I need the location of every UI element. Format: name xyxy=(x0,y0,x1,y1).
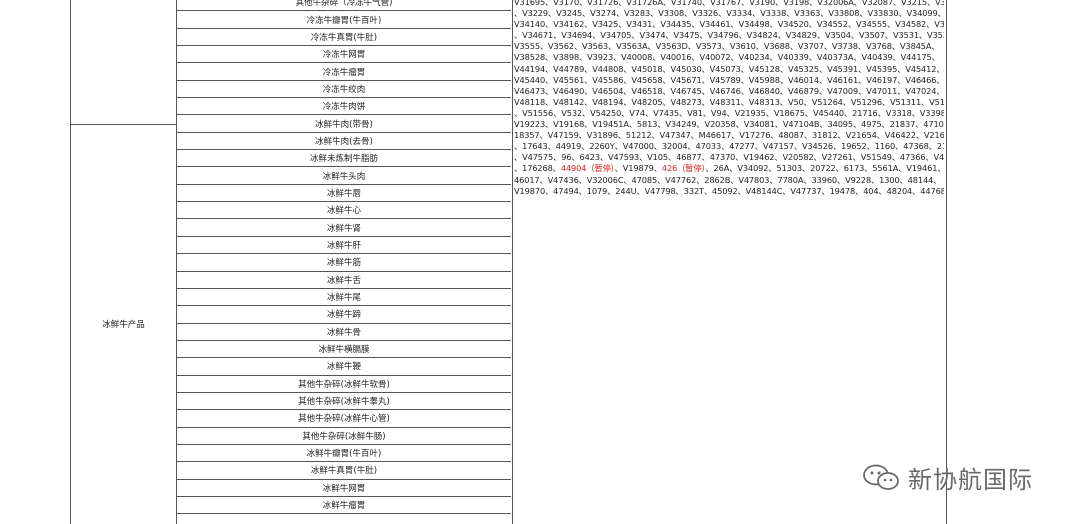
code-text: V3555、V3562、V3563、V3563A、V3563D、V3573、V3… xyxy=(514,41,940,52)
product-row: 冰鲜牛横膈膜 xyxy=(177,341,511,359)
codes-line: V34140、V34162、V3425、V3431、V34435、V34461、… xyxy=(514,19,944,30)
product-row: 冰鲜牛瓣胃(牛百叶) xyxy=(177,445,511,463)
product-name-column: 其他牛杂碎（冷冻牛气管) 冷冻牛瓣胃(牛百叶) 冷冻牛真胃(牛肚) 冷冻牛网胃 冷冻牛瘤… xyxy=(177,0,511,515)
product-row: 冰鲜牛肉(去骨) xyxy=(177,133,511,151)
table-border-name xyxy=(512,0,513,524)
product-row: 冷冻牛绞肉 xyxy=(177,81,511,99)
codes-line: 18357、V47159、V31896、51212、V47347、M46617、… xyxy=(514,130,944,141)
code-text: V31695、V3170、V31726、V31726A、V31740、V3176… xyxy=(514,0,944,7)
suspended-code: 44904（暂停） xyxy=(560,163,615,174)
code-text: V44194、V44789、V44808、V45018、V45030、V4507… xyxy=(514,63,944,74)
suspended-code: 426（暂停） xyxy=(661,163,706,174)
category-label: 冰鲜牛产品 xyxy=(102,320,145,330)
code-text: 、176268、 xyxy=(514,163,561,174)
code-text: V19870、47494、1079、244U、V47798、332T、45092… xyxy=(514,185,944,196)
codes-line: 46017、V47436、V32006C、47085、V47762、2862B、… xyxy=(514,175,944,186)
product-row: 冷冻牛真胃(牛肚) xyxy=(177,29,511,47)
product-row: 冰鲜牛筋 xyxy=(177,254,511,272)
codes-line: V45440、V45561、V45586、V45658、V45671、V4578… xyxy=(514,75,944,86)
codes-line: V19223、V19168、V19451A、5813、V34249、V20358… xyxy=(514,119,944,130)
product-row: 冰鲜牛瘤胃 xyxy=(177,497,511,515)
approved-plant-codes: V31695、V3170、V31726、V31726A、V31740、V3176… xyxy=(514,0,944,197)
product-row: 冰鲜牛肝 xyxy=(177,237,511,255)
codes-line: V46473、V46490、V46504、V46518、V46745、V4674… xyxy=(514,86,944,97)
product-row: 冷冻牛网胃 xyxy=(177,46,511,64)
product-row: 冰鲜牛骨 xyxy=(177,324,511,341)
product-row: 冰鲜牛心 xyxy=(177,202,511,220)
code-text: V34140、V34162、V3425、V3431、V34435、V34461、… xyxy=(514,19,944,30)
code-text: V45440、V45561、V45586、V45658、V45671、V4578… xyxy=(514,74,944,85)
codes-line: V3555、V3562、V3563、V3563A、V3563D、V3573、V3… xyxy=(514,41,944,52)
product-row: 冷冻牛肉饼 xyxy=(177,98,511,116)
product-row: 其他牛杂碎(冰鲜牛软骨) xyxy=(177,376,511,393)
wechat-icon xyxy=(863,464,899,490)
codes-line: V48118、V48142、V48194、V48205、V48273、V4831… xyxy=(514,97,944,108)
product-row: 其他牛杂碎(冰鲜牛心管) xyxy=(177,410,511,428)
watermark: 新协航国际 xyxy=(862,460,1033,495)
code-text: 、17643、44919、2260Y、V47000、32004、47033、47… xyxy=(514,141,944,152)
product-row: 冰鲜牛唇 xyxy=(177,185,511,203)
codes-line: 、176268、44904（暂停）、V19879、426（暂停）、26A、V34… xyxy=(514,163,944,174)
code-text: 、V34671、V34694、V34705、V3474、V3475、V34796… xyxy=(514,30,944,41)
codes-line: 、V34671、V34694、V34705、V3474、V3475、V34796… xyxy=(514,30,944,41)
category-cell: 冰鲜牛产品 xyxy=(71,124,176,524)
codes-line: 、17643、44919、2260Y、V47000、32004、47033、47… xyxy=(514,141,944,152)
watermark-text: 新协航国际 xyxy=(908,466,1033,494)
export-approval-table: 冰鲜牛产品 其他牛杂碎（冷冻牛气管) 冷冻牛瓣胃(牛百叶) 冷冻牛真胃(牛肚) 冷冻牛… xyxy=(0,0,1080,524)
product-row: 冰鲜牛肉(带骨) xyxy=(177,115,511,133)
table-border-right xyxy=(946,0,947,524)
code-text: 、26A、V34092、51303、20722、6173、5561A、V1946… xyxy=(705,163,944,174)
product-row: 冰鲜牛肾 xyxy=(177,219,511,237)
code-text: 、V51556、V532、V54250、V74、V7435、V81、V94、V2… xyxy=(514,107,944,118)
product-row: 冰鲜未炼制牛脂肪 xyxy=(177,150,511,168)
code-text: 、V19879、 xyxy=(614,163,662,174)
code-text: 、V47575、96、6423、V47593、V105、46877、47370、… xyxy=(514,152,944,163)
product-row: 冰鲜牛网胃 xyxy=(177,480,511,497)
product-row: 冰鲜牛鞭 xyxy=(177,358,511,376)
product-row: 冰鲜牛舌 xyxy=(177,272,511,289)
codes-line: V38528、V3898、V3923、V40008、V40016、V40072、… xyxy=(514,52,944,63)
product-row: 其他牛杂碎(冰鲜牛睾丸) xyxy=(177,393,511,411)
code-text: V48118、V48142、V48194、V48205、V48273、V4831… xyxy=(514,96,944,107)
product-row: 其他牛杂碎（冷冻牛气管) xyxy=(177,0,511,12)
code-text: 46017、V47436、V32006C、47085、V47762、2862B、… xyxy=(514,174,942,185)
product-row: 冰鲜牛头肉 xyxy=(177,167,511,185)
code-text: V38528、V3898、V3923、V40008、V40016、V40072、… xyxy=(514,52,940,63)
product-row: 其他牛杂碎(冰鲜牛肠) xyxy=(177,428,511,445)
codes-line: V44194、V44789、V44808、V45018、V45030、V4507… xyxy=(514,64,944,75)
product-row: 冰鲜牛蹄 xyxy=(177,306,511,324)
codes-line: V31695、V3170、V31726、V31726A、V31740、V3176… xyxy=(514,0,944,8)
product-row: 冰鲜牛尾 xyxy=(177,289,511,307)
codes-line: V19870、47494、1079、244U、V47798、332T、45092… xyxy=(514,186,944,197)
codes-line: 、V51556、V532、V54250、V74、V7435、V81、V94、V2… xyxy=(514,108,944,119)
code-text: V19223、V19168、V19451A、5813、V34249、V20358… xyxy=(514,119,944,130)
codes-line: 、V47575、96、6423、V47593、V105、46877、47370、… xyxy=(514,152,944,163)
code-text: 18357、V47159、V31896、51212、V47347、M46617、… xyxy=(514,130,944,141)
product-row: 冰鲜牛真胃(牛肚) xyxy=(177,462,511,480)
codes-line: 、V3229、V3245、V3274、V3283、V3308、V3326、V33… xyxy=(514,8,944,19)
code-text: V46473、V46490、V46504、V46518、V46745、V4674… xyxy=(514,85,944,96)
product-row: 冷冻牛瓣胃(牛百叶) xyxy=(177,11,511,29)
product-row: 冷冻牛瘤胃 xyxy=(177,63,511,81)
code-text: 、V3229、V3245、V3274、V3283、V3308、V3326、V33… xyxy=(514,8,944,19)
